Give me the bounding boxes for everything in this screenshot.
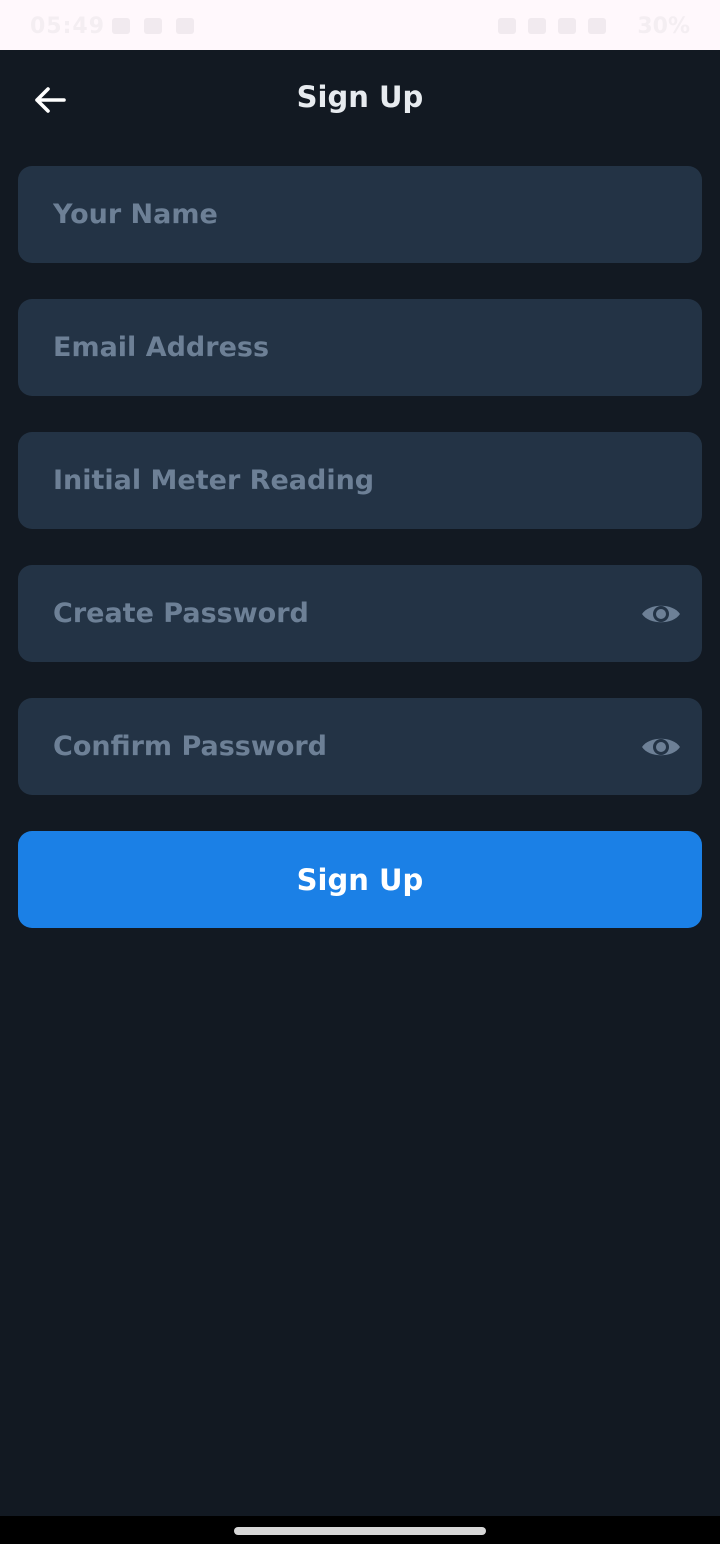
charging-icon xyxy=(588,18,606,34)
email-field[interactable] xyxy=(18,299,702,396)
create-password-field[interactable] xyxy=(18,565,702,662)
battery-level: 30% xyxy=(637,14,690,39)
notification-icon xyxy=(112,18,130,34)
confirm-password-field[interactable] xyxy=(18,698,702,795)
toggle-password-visibility-button[interactable] xyxy=(640,593,682,635)
name-input[interactable] xyxy=(18,166,702,263)
home-gesture-handle[interactable] xyxy=(234,1527,486,1535)
name-field[interactable] xyxy=(18,166,702,263)
status-bar: 05:49 30% xyxy=(0,0,720,50)
toggle-confirm-visibility-button[interactable] xyxy=(640,726,682,768)
eye-icon xyxy=(642,738,680,756)
meter-reading-field[interactable] xyxy=(18,432,702,529)
meter-reading-input[interactable] xyxy=(18,432,702,529)
wifi-icon xyxy=(558,18,576,34)
mute-icon xyxy=(528,18,546,34)
notification-icon xyxy=(144,18,162,34)
create-password-input[interactable] xyxy=(18,565,702,662)
sign-up-button[interactable]: Sign Up xyxy=(18,831,702,928)
eye-icon xyxy=(642,605,680,623)
signup-screen: 05:49 30% Sign Up Your Name Email Addres… xyxy=(0,0,720,1544)
system-nav-bar xyxy=(0,1516,720,1544)
page-title: Sign Up xyxy=(296,80,424,114)
signal-icon xyxy=(498,18,516,34)
confirm-password-input[interactable] xyxy=(18,698,702,795)
notification-icon xyxy=(176,18,194,34)
email-input[interactable] xyxy=(18,299,702,396)
app-header: Sign Up xyxy=(0,50,720,150)
status-time: 05:49 xyxy=(30,14,106,39)
